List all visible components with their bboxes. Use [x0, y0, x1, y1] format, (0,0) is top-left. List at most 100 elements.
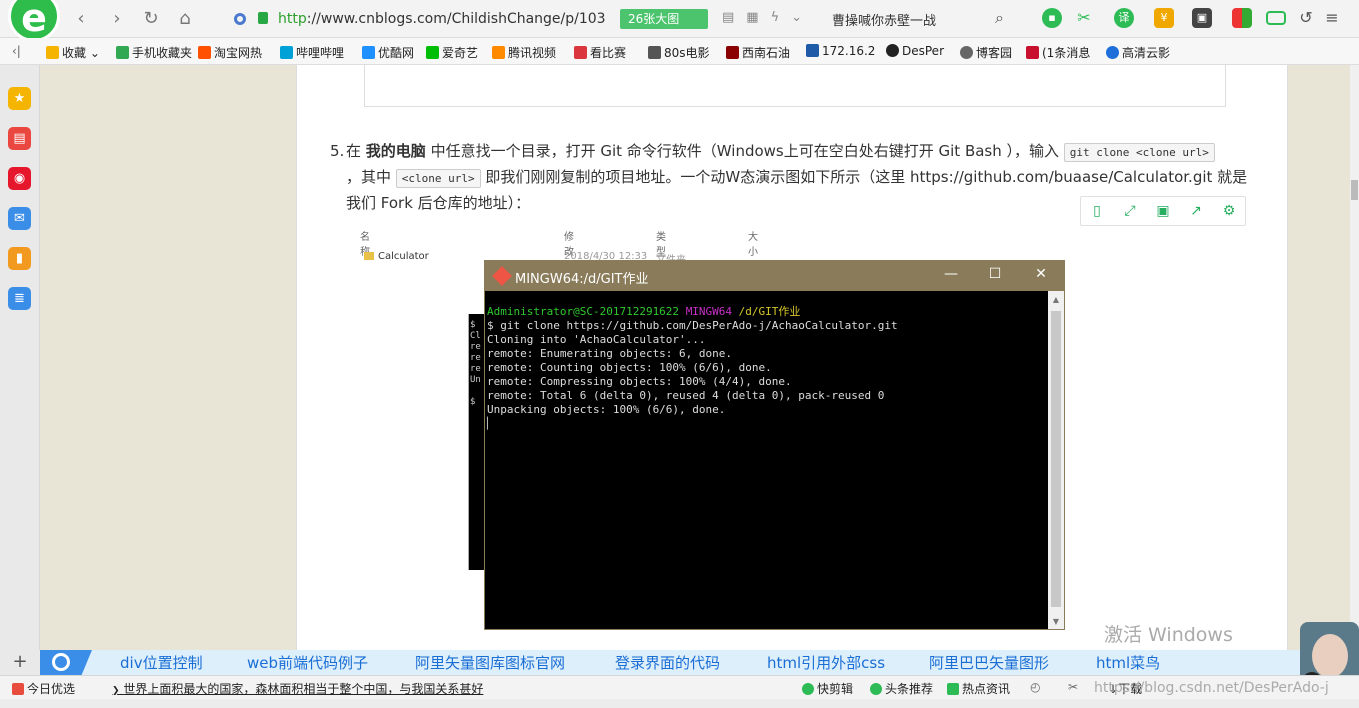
home-icon[interactable]: ⌂ — [174, 8, 196, 30]
folder-icon — [364, 252, 374, 260]
prompt-path: /d/GIT作业 — [738, 305, 801, 318]
bookmark-item[interactable]: 80s电影 — [648, 44, 710, 61]
add-icon[interactable]: + — [0, 650, 40, 675]
bookmarks-bar: ‹| 收藏 ⌄ 手机收藏夹 淘宝网热 哔哩哔哩 优酷网 爱奇艺 腾讯视频 看比赛… — [0, 38, 1359, 65]
terminal-scrollbar[interactable]: ▲ ▼ — [1048, 291, 1064, 629]
weibo-icon[interactable]: ◉ — [8, 167, 31, 190]
lock-icon — [258, 12, 268, 24]
translate-icon[interactable]: 译 — [1114, 8, 1134, 28]
mobile-view-icon[interactable]: ▯ — [1089, 203, 1105, 219]
step-line-2: ，其中 <clone url> 即我们刚刚复制的项目地址。一个动W态演示图如下所… — [346, 168, 1248, 188]
favorites-icon[interactable]: ★ — [8, 87, 31, 110]
left-sidebar: ★ ▤ ◉ ✉ ▮ ≣ — [0, 65, 40, 650]
suggestion-item[interactable]: 登录界面的代码 — [615, 652, 720, 673]
minimize-icon[interactable]: — — [941, 266, 961, 282]
notes-icon[interactable]: ▮ — [8, 247, 31, 270]
today-picks[interactable]: 今日优选 — [12, 680, 75, 697]
apps-icon[interactable] — [1232, 8, 1252, 28]
bookmark-item[interactable]: 高清云影 — [1106, 44, 1170, 61]
bookmark-item[interactable]: 腾讯视频 — [492, 44, 556, 61]
collapse-sidebar-icon[interactable]: ‹| — [12, 44, 21, 58]
search-box[interactable]: 曹操喊你赤壁一战 — [832, 10, 936, 29]
suggestion-item[interactable]: html引用外部css — [767, 652, 885, 673]
headline-recommend[interactable]: 头条推荐 — [870, 680, 933, 697]
background-terminal-text: $ Cl re re re Un $ — [470, 320, 481, 407]
bookmark-item[interactable]: (1条消息 — [1026, 44, 1090, 61]
grid-icon: ▦ — [746, 10, 771, 25]
bookmark-item[interactable]: 手机收藏夹 — [116, 44, 192, 61]
refresh-icon[interactable]: ↻ — [140, 8, 162, 30]
bookmark-item[interactable]: 博客园 — [960, 44, 1012, 61]
news-ticker[interactable]: ❯ 世界上面积最大的国家，森林面积相当于整个中国，与我国关系甚好 — [112, 680, 483, 697]
bookmark-item[interactable]: 172.16.2 — [806, 44, 875, 58]
bookmark-item[interactable]: 看比赛 — [574, 44, 626, 61]
shield-icon[interactable]: ¥ — [1154, 8, 1174, 28]
share-icon[interactable]: ↗ — [1188, 203, 1204, 219]
suggestion-item[interactable]: div位置控制 — [120, 652, 203, 673]
bookmark-item[interactable]: 西南石油 — [726, 44, 790, 61]
cnblogs-icon — [960, 46, 973, 59]
suggestion-item[interactable]: 阿里矢量图库图标官网 — [415, 652, 565, 673]
movie-icon — [648, 46, 661, 59]
bookmark-item[interactable]: 爱奇艺 — [426, 44, 478, 61]
suggestion-item[interactable]: html菜鸟 — [1096, 652, 1160, 673]
csdn-watermark: https://blog.csdn.net/DesPerAdo-j — [1094, 680, 1329, 696]
step-line-1: 在 我的电脑 中任意找一个目录，打开 Git 命令行软件（Windows上可在空… — [346, 138, 1215, 166]
maximize-icon[interactable]: ☐ — [985, 266, 1005, 282]
terminal-output[interactable]: Administrator@SC-201712291622 MINGW64 /d… — [485, 291, 1048, 629]
terminal-line: remote: Compressing objects: 100% (4/4),… — [487, 375, 792, 388]
terminal-titlebar[interactable]: MINGW64:/d/GIT作业 — ☐ ✕ — [485, 261, 1064, 291]
bookmark-item[interactable]: 哔哩哔哩 — [280, 44, 344, 61]
undo-icon[interactable]: ↺ — [1296, 8, 1316, 28]
chat-icon[interactable]: ▪ — [1042, 8, 1062, 28]
hot-news-icon — [947, 683, 959, 695]
image-count-badge[interactable]: 26张大图 — [620, 9, 708, 29]
iqiyi-icon — [426, 46, 439, 59]
headline-icon — [870, 683, 882, 695]
suggestion-item[interactable]: web前端代码例子 — [247, 652, 368, 673]
suggestion-item[interactable]: 阿里巴巴矢量图形 — [929, 652, 1049, 673]
sports-icon — [574, 46, 587, 59]
fullscreen-icon[interactable]: ⤢ — [1122, 203, 1138, 219]
prompt-user: Administrator@SC-201712291622 — [487, 305, 680, 318]
back-icon[interactable]: ‹ — [70, 8, 92, 30]
gift-icon — [12, 683, 24, 695]
gamepad-icon[interactable]: ▣ — [1192, 8, 1212, 28]
browser-toolbar: e ‹ › ↻ ⌂ http://www.cnblogs.com/Childis… — [0, 0, 1359, 42]
inline-code-git-clone: git clone <clone url> — [1063, 143, 1215, 162]
news-icon[interactable]: ▤ — [8, 127, 31, 150]
url-text[interactable]: http://www.cnblogs.com/ChildishChange/p/… — [278, 11, 606, 27]
browser-logo-icon[interactable]: e — [8, 0, 60, 42]
site-info-icon[interactable] — [234, 13, 246, 25]
scroll-up-icon: ▲ — [1052, 295, 1060, 304]
play-icon — [802, 683, 814, 695]
previous-code-block — [364, 65, 1226, 107]
terminal-line: Cloning into 'AchaoCalculator'... — [487, 333, 706, 346]
bookmark-item[interactable]: 淘宝网热 — [198, 44, 262, 61]
address-tools[interactable]: ▤▦ϟ⌄ — [722, 10, 814, 25]
close-icon[interactable]: ✕ — [1031, 266, 1051, 282]
reader-icon: ▤ — [722, 10, 747, 25]
bookmark-item[interactable]: 优酷网 — [362, 44, 414, 61]
scissors-icon[interactable]: ✂ — [1074, 8, 1094, 28]
save-icon[interactable]: ▣ — [1155, 203, 1171, 219]
bookmark-item[interactable]: DesPer — [886, 44, 944, 58]
page-scrollbar[interactable] — [1350, 65, 1359, 650]
settings-gear-icon[interactable]: ⚙ — [1221, 203, 1237, 219]
bookmark-item[interactable]: 收藏 ⌄ — [46, 44, 100, 61]
chevron-right-icon: ❯ — [112, 686, 120, 696]
terminal-line: remote: Enumerating objects: 6, done. — [487, 347, 733, 360]
speed-icon[interactable]: ◴ — [1030, 680, 1040, 694]
quick-clip[interactable]: 快剪辑 — [802, 680, 853, 697]
document-icon[interactable]: ≣ — [8, 287, 31, 310]
forward-icon[interactable]: › — [106, 8, 128, 30]
hot-news[interactable]: 热点资讯 — [947, 680, 1010, 697]
github-icon — [886, 44, 899, 57]
git-icon — [492, 266, 512, 286]
tools-icon[interactable]: ✂ — [1068, 680, 1078, 694]
mail-icon[interactable]: ✉ — [8, 207, 31, 230]
menu-icon[interactable]: ≡ — [1322, 8, 1342, 28]
battery-icon — [1266, 11, 1286, 25]
activate-windows-title: 激活 Windows — [1104, 624, 1233, 646]
search-icon[interactable]: ⌕ — [995, 8, 1004, 28]
